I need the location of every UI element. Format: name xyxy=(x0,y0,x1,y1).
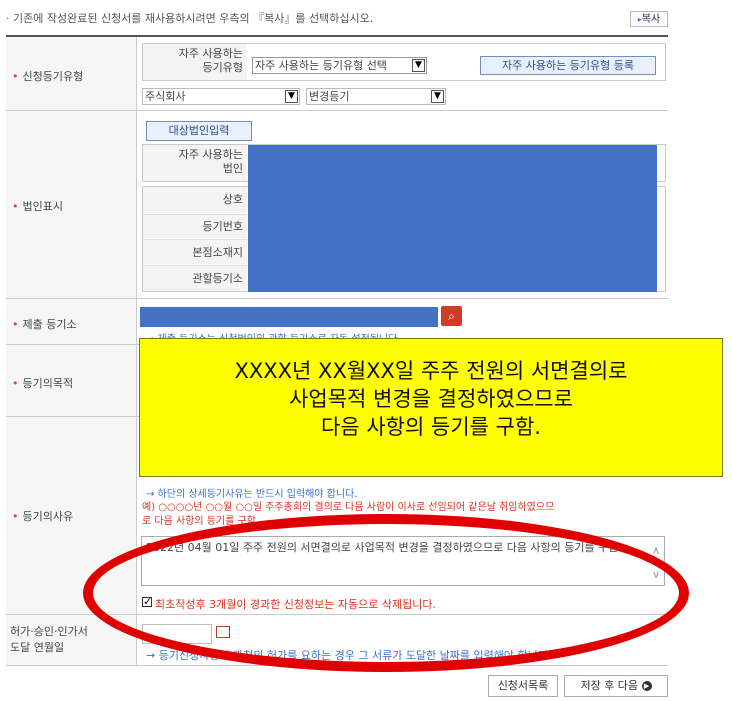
copy-button[interactable]: ▸복사 xyxy=(630,11,668,27)
overlay-line-3: 다음 사항의 등기를 구함. xyxy=(321,415,541,439)
save-next-label: 저장 후 다음 xyxy=(580,679,639,692)
registration-reason-label: • 등기의사유 xyxy=(12,510,74,523)
copy-button-label: 복사 xyxy=(641,14,661,25)
annotation-overlay: XXXX년 XX월XX일 주주 전원의 서면결의로 사업목적 변경을 결정하였으… xyxy=(139,338,723,477)
favorite-type-label: 자주 사용하는 등기유형 xyxy=(143,44,247,80)
permit-date-label: 허가·승인·인가서 도달 연월일 xyxy=(10,625,88,654)
registration-number-label: 등기번호 xyxy=(143,214,247,238)
corporation-label: • 법인표시 xyxy=(12,200,63,213)
copy-notice: · 기존에 작성완료된 신청서를 재사용하시려면 우측의 『복사』를 선택하십시… xyxy=(6,12,374,25)
application-list-button[interactable]: 신청서목록 xyxy=(488,675,558,697)
chevron-down-icon: ▼ xyxy=(431,90,444,103)
company-type-select[interactable]: 주식회사 ▼ xyxy=(142,88,300,105)
head-office-label: 본점소재지 xyxy=(143,239,247,264)
search-icon[interactable]: ⌕ xyxy=(441,306,462,326)
chevron-down-icon: ▼ xyxy=(285,90,298,103)
register-favorite-type-button[interactable]: 자주 사용하는 등기유형 등록 xyxy=(480,56,656,75)
favorite-type-select[interactable]: 자주 사용하는 등기유형 선택 ▼ xyxy=(252,57,427,74)
registration-type-label: • 신청등기유형 xyxy=(12,70,84,83)
annotation-ellipse xyxy=(83,514,689,672)
target-corporation-button[interactable]: 대상법인입력 xyxy=(146,121,252,141)
overlay-line-1: XXXX년 XX월XX일 주주 전원의 서면결의로 xyxy=(234,359,628,383)
table-top-border xyxy=(6,35,668,37)
save-next-button[interactable]: 저장 후 다음 ▶ xyxy=(564,675,668,697)
chevron-down-icon: ▼ xyxy=(412,59,425,72)
row-divider xyxy=(6,110,668,111)
office-redaction-mask xyxy=(140,307,438,327)
circle-arrow-icon: ▶ xyxy=(641,681,652,691)
submission-office-label: • 제출 등기소 xyxy=(12,318,77,331)
redaction-mask xyxy=(248,145,657,292)
reason-note: → 하단의 상세등기사유는 반드시 입력해야 합니다. xyxy=(146,489,358,500)
jurisdiction-office-label: 관할등기소 xyxy=(143,265,247,291)
row-divider xyxy=(6,298,668,299)
overlay-line-2: 사업목적 변경을 결정하였으므로 xyxy=(289,387,573,411)
company-name-label: 상호 xyxy=(143,187,247,213)
favorite-corp-label: 자주 사용하는 법인 xyxy=(143,145,247,181)
registration-purpose-label: • 등기의목적 xyxy=(12,377,74,390)
change-type-select[interactable]: 변경등기 ▼ xyxy=(306,88,446,105)
